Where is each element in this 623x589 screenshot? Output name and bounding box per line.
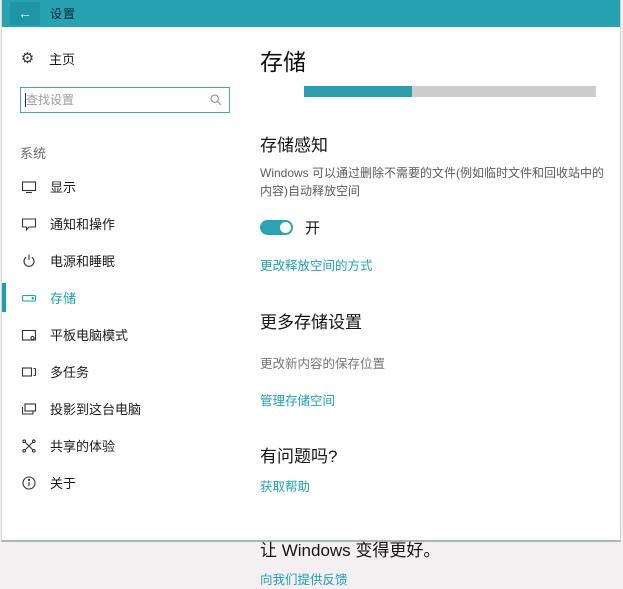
sidebar-item-display[interactable]: 显示 (2, 168, 252, 205)
help-heading: 有问题吗? (260, 447, 338, 466)
nav-label: 电源和睡眠 (50, 254, 116, 269)
more-settings-heading: 更多存储设置 (260, 313, 362, 332)
gear-icon: ⚙ (20, 50, 35, 67)
save-location-text: 更改新内容的保存位置 (260, 357, 386, 371)
sidebar-item-multitasking[interactable]: 多任务 (2, 353, 252, 390)
title-bar: ← 设置 (2, 0, 620, 27)
nav-label: 存储 (50, 291, 77, 306)
sidebar-item-notifications[interactable]: 通知和操作 (2, 205, 252, 242)
window-title: 设置 (50, 7, 77, 21)
feedback-heading: 让 Windows 变得更好。 (260, 541, 441, 560)
nav-label: 显示 (50, 180, 77, 195)
give-feedback-link[interactable]: 向我们提供反馈 (260, 569, 348, 588)
search-box[interactable] (20, 87, 230, 113)
search-icon (209, 93, 223, 107)
change-free-up-space-link[interactable]: 更改释放空间的方式 (260, 255, 373, 274)
about-icon (20, 475, 37, 491)
nav-label: 关于 (50, 476, 77, 491)
shared-experiences-icon (20, 438, 37, 454)
multitasking-icon (20, 364, 37, 380)
manage-storage-spaces-link[interactable]: 管理存储空间 (260, 390, 335, 409)
toggle-knob (280, 222, 291, 233)
page-title: 存储 (260, 49, 306, 75)
storage-sense-toggle-row: 开 (260, 217, 620, 238)
sidebar-item-tablet-mode[interactable]: 平板电脑模式 (2, 316, 252, 353)
nav-label: 多任务 (50, 365, 90, 380)
sidebar-item-about[interactable]: 关于 (2, 464, 252, 501)
description-line-2: 内容)自动释放空间 (260, 184, 360, 198)
nav-label: 平板电脑模式 (50, 328, 129, 343)
get-help-link[interactable]: 获取帮助 (260, 476, 310, 495)
sidebar-item-storage[interactable]: 存储 (2, 279, 252, 316)
home-label: 主页 (49, 51, 76, 67)
tablet-icon (20, 327, 37, 343)
storage-sense-heading: 存储感知 (260, 136, 328, 155)
content-pane: 存储 存储感知 Windows 可以通过删除不需要的文件(例如临时文件和回收站中… (252, 27, 620, 587)
storage-usage-bar (304, 86, 596, 97)
projecting-icon (20, 401, 37, 417)
sidebar-item-home[interactable]: ⚙ 主页 (2, 43, 252, 73)
storage-icon (20, 290, 37, 306)
usage-bar-fill (304, 86, 413, 97)
storage-sense-toggle[interactable] (260, 220, 293, 235)
back-button[interactable]: ← (10, 2, 40, 25)
selected-indicator (2, 283, 6, 312)
nav-label: 通知和操作 (50, 217, 116, 232)
description-line-1: Windows 可以通过删除不需要的文件(例如临时文件和回收站中的 (260, 166, 605, 180)
sidebar-item-shared-experiences[interactable]: 共享的体验 (2, 427, 252, 464)
notifications-icon (20, 216, 37, 232)
back-arrow-icon: ← (18, 5, 32, 21)
storage-sense-description: Windows 可以通过删除不需要的文件(例如临时文件和回收站中的 内容)自动释… (260, 164, 620, 200)
sidebar-item-power[interactable]: 电源和睡眠 (2, 242, 252, 279)
nav-label: 共享的体验 (50, 439, 116, 454)
toggle-state-label: 开 (305, 220, 321, 237)
search-input[interactable] (26, 93, 209, 107)
sidebar-item-projecting[interactable]: 投影到这台电脑 (2, 390, 252, 427)
power-icon (20, 253, 37, 269)
nav-label: 投影到这台电脑 (50, 402, 142, 417)
display-icon (20, 179, 37, 195)
settings-window: ← 设置 ⚙ 主页 系统 (1, 0, 621, 587)
sidebar-section-system: 系统 (20, 146, 47, 161)
sidebar: ⚙ 主页 系统 显示 (2, 27, 252, 542)
